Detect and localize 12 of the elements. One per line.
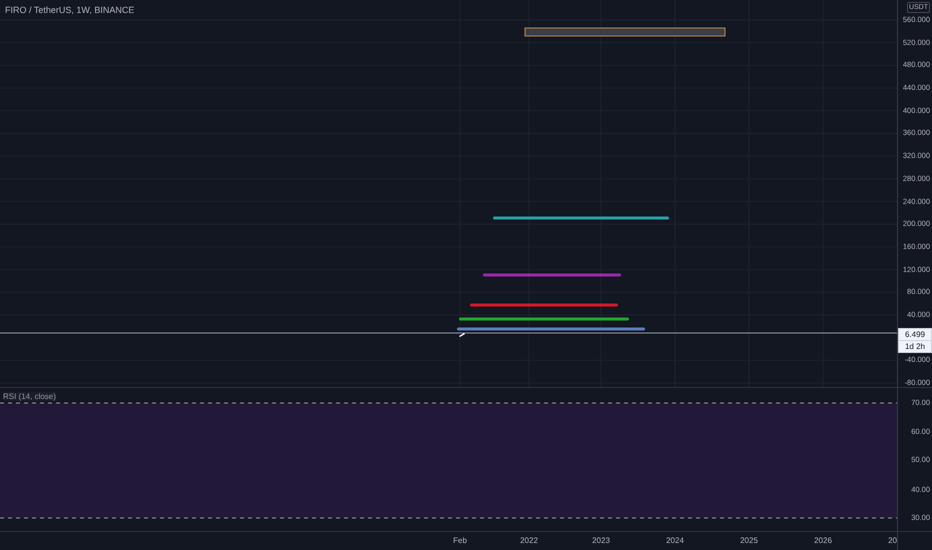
time-tick: Feb [453, 536, 467, 545]
bar-countdown: 1d 2h [898, 340, 932, 353]
symbol-title: FIRO / TetherUS, 1W, BINANCE [5, 5, 134, 15]
time-tick: 2026 [814, 536, 832, 545]
rsi-title: RSI (14, close) [3, 392, 56, 401]
cursor-icon [459, 333, 465, 337]
time-tick: 2023 [592, 536, 610, 545]
time-tick: 2024 [666, 536, 684, 545]
time-tick: 20 [888, 536, 897, 545]
last-price-tag: 6.499 [898, 328, 932, 341]
time-tick: 2025 [740, 536, 758, 545]
time-tick: 2022 [520, 536, 538, 545]
